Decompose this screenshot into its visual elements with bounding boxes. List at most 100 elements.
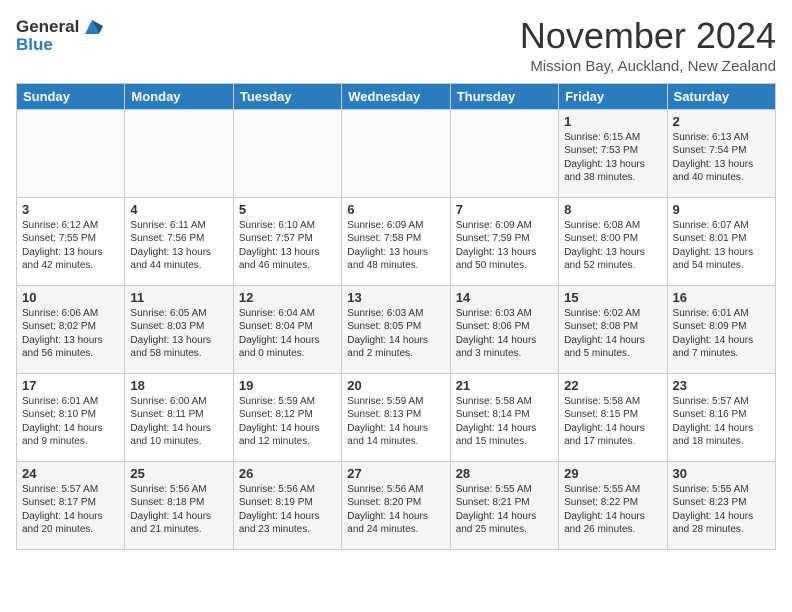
page-header: General Blue November 2024 Mission Bay, … bbox=[16, 16, 776, 75]
day-info: Sunrise: 5:56 AM Sunset: 8:18 PM Dayligh… bbox=[130, 483, 227, 537]
day-info: Sunrise: 5:55 AM Sunset: 8:21 PM Dayligh… bbox=[456, 483, 553, 537]
day-number: 5 bbox=[239, 202, 336, 217]
calendar-cell: 1 Sunrise: 6:15 AM Sunset: 7:53 PM Daylig… bbox=[559, 109, 667, 197]
day-info: Sunrise: 5:56 AM Sunset: 8:19 PM Dayligh… bbox=[239, 483, 336, 537]
logo-icon bbox=[81, 16, 103, 38]
calendar-cell: 3 Sunrise: 6:12 AM Sunset: 7:55 PM Daylig… bbox=[17, 197, 125, 285]
day-info: Sunrise: 6:07 AM Sunset: 8:01 PM Dayligh… bbox=[673, 219, 770, 273]
day-info: Sunrise: 6:11 AM Sunset: 7:56 PM Dayligh… bbox=[130, 219, 227, 273]
calendar-cell: 18 Sunrise: 6:00 AM Sunset: 8:11 PM Dayli… bbox=[125, 373, 233, 461]
calendar-cell bbox=[450, 109, 558, 197]
calendar-header: SundayMondayTuesdayWednesdayThursdayFrid… bbox=[17, 83, 776, 109]
day-number: 4 bbox=[130, 202, 227, 217]
day-number: 2 bbox=[673, 114, 770, 129]
day-number: 18 bbox=[130, 378, 227, 393]
month-title: November 2024 bbox=[520, 16, 776, 56]
day-number: 21 bbox=[456, 378, 553, 393]
calendar-cell bbox=[125, 109, 233, 197]
day-number: 23 bbox=[673, 378, 770, 393]
location-subtitle: Mission Bay, Auckland, New Zealand bbox=[520, 58, 776, 75]
day-info: Sunrise: 5:57 AM Sunset: 8:17 PM Dayligh… bbox=[22, 483, 119, 537]
day-info: Sunrise: 6:06 AM Sunset: 8:02 PM Dayligh… bbox=[22, 307, 119, 361]
day-number: 20 bbox=[347, 378, 444, 393]
day-info: Sunrise: 6:01 AM Sunset: 8:10 PM Dayligh… bbox=[22, 395, 119, 449]
weekday-header-friday: Friday bbox=[559, 83, 667, 109]
calendar-cell bbox=[17, 109, 125, 197]
calendar-week-3: 10 Sunrise: 6:06 AM Sunset: 8:02 PM Dayli… bbox=[17, 285, 776, 373]
logo: General Blue bbox=[16, 16, 103, 55]
day-number: 13 bbox=[347, 290, 444, 305]
day-number: 16 bbox=[673, 290, 770, 305]
calendar-cell: 8Sunrise: 6:08 AM Sunset: 8:00 PM Daylig… bbox=[559, 197, 667, 285]
day-info: Sunrise: 6:03 AM Sunset: 8:06 PM Dayligh… bbox=[456, 307, 553, 361]
calendar-cell: 26 Sunrise: 5:56 AM Sunset: 8:19 PM Dayli… bbox=[233, 461, 341, 549]
weekday-header-saturday: Saturday bbox=[667, 83, 775, 109]
calendar-cell: 25 Sunrise: 5:56 AM Sunset: 8:18 PM Dayli… bbox=[125, 461, 233, 549]
calendar-cell: 12Sunrise: 6:04 AM Sunset: 8:04 PM Dayli… bbox=[233, 285, 341, 373]
calendar-cell: 2 Sunrise: 6:13 AM Sunset: 7:54 PM Daylig… bbox=[667, 109, 775, 197]
day-number: 19 bbox=[239, 378, 336, 393]
day-number: 25 bbox=[130, 466, 227, 481]
day-info: Sunrise: 6:12 AM Sunset: 7:55 PM Dayligh… bbox=[22, 219, 119, 273]
day-number: 8 bbox=[564, 202, 661, 217]
weekday-header-monday: Monday bbox=[125, 83, 233, 109]
calendar-cell: 14 Sunrise: 6:03 AM Sunset: 8:06 PM Dayli… bbox=[450, 285, 558, 373]
day-number: 11 bbox=[130, 290, 227, 305]
day-number: 28 bbox=[456, 466, 553, 481]
day-info: Sunrise: 6:00 AM Sunset: 8:11 PM Dayligh… bbox=[130, 395, 227, 449]
calendar-week-2: 3 Sunrise: 6:12 AM Sunset: 7:55 PM Daylig… bbox=[17, 197, 776, 285]
day-number: 15 bbox=[564, 290, 661, 305]
day-number: 10 bbox=[22, 290, 119, 305]
weekday-header-wednesday: Wednesday bbox=[342, 83, 450, 109]
day-info: Sunrise: 5:59 AM Sunset: 8:12 PM Dayligh… bbox=[239, 395, 336, 449]
day-info: Sunrise: 6:01 AM Sunset: 8:09 PM Dayligh… bbox=[673, 307, 770, 361]
calendar-cell: 9 Sunrise: 6:07 AM Sunset: 8:01 PM Daylig… bbox=[667, 197, 775, 285]
calendar-cell: 5Sunrise: 6:10 AM Sunset: 7:57 PM Daylig… bbox=[233, 197, 341, 285]
day-info: Sunrise: 6:05 AM Sunset: 8:03 PM Dayligh… bbox=[130, 307, 227, 361]
day-number: 12 bbox=[239, 290, 336, 305]
day-number: 14 bbox=[456, 290, 553, 305]
weekday-header-tuesday: Tuesday bbox=[233, 83, 341, 109]
calendar-cell: 4 Sunrise: 6:11 AM Sunset: 7:56 PM Daylig… bbox=[125, 197, 233, 285]
day-number: 9 bbox=[673, 202, 770, 217]
day-number: 7 bbox=[456, 202, 553, 217]
day-info: Sunrise: 5:55 AM Sunset: 8:22 PM Dayligh… bbox=[564, 483, 661, 537]
calendar-cell: 11 Sunrise: 6:05 AM Sunset: 8:03 PM Dayli… bbox=[125, 285, 233, 373]
logo-blue-text: Blue bbox=[16, 35, 103, 55]
day-info: Sunrise: 6:15 AM Sunset: 7:53 PM Dayligh… bbox=[564, 131, 661, 185]
day-number: 1 bbox=[564, 114, 661, 129]
weekday-header-thursday: Thursday bbox=[450, 83, 558, 109]
calendar-cell: 23 Sunrise: 5:57 AM Sunset: 8:16 PM Dayli… bbox=[667, 373, 775, 461]
day-info: Sunrise: 6:03 AM Sunset: 8:05 PM Dayligh… bbox=[347, 307, 444, 361]
calendar-cell: 7 Sunrise: 6:09 AM Sunset: 7:59 PM Daylig… bbox=[450, 197, 558, 285]
calendar-cell: 30 Sunrise: 5:55 AM Sunset: 8:23 PM Dayli… bbox=[667, 461, 775, 549]
calendar-cell bbox=[342, 109, 450, 197]
calendar-week-4: 17Sunrise: 6:01 AM Sunset: 8:10 PM Dayli… bbox=[17, 373, 776, 461]
day-number: 27 bbox=[347, 466, 444, 481]
calendar-cell: 29Sunrise: 5:55 AM Sunset: 8:22 PM Dayli… bbox=[559, 461, 667, 549]
calendar-cell: 13 Sunrise: 6:03 AM Sunset: 8:05 PM Dayli… bbox=[342, 285, 450, 373]
day-info: Sunrise: 6:09 AM Sunset: 7:58 PM Dayligh… bbox=[347, 219, 444, 273]
calendar-cell: 17Sunrise: 6:01 AM Sunset: 8:10 PM Dayli… bbox=[17, 373, 125, 461]
calendar-table: SundayMondayTuesdayWednesdayThursdayFrid… bbox=[16, 83, 776, 550]
title-area: November 2024 Mission Bay, Auckland, New… bbox=[520, 16, 776, 75]
calendar-cell: 6 Sunrise: 6:09 AM Sunset: 7:58 PM Daylig… bbox=[342, 197, 450, 285]
calendar-cell bbox=[233, 109, 341, 197]
calendar-cell: 28 Sunrise: 5:55 AM Sunset: 8:21 PM Dayli… bbox=[450, 461, 558, 549]
day-info: Sunrise: 5:55 AM Sunset: 8:23 PM Dayligh… bbox=[673, 483, 770, 537]
day-number: 6 bbox=[347, 202, 444, 217]
day-info: Sunrise: 5:58 AM Sunset: 8:15 PM Dayligh… bbox=[564, 395, 661, 449]
day-number: 30 bbox=[673, 466, 770, 481]
logo-general-text: General bbox=[16, 17, 79, 37]
day-number: 24 bbox=[22, 466, 119, 481]
day-info: Sunrise: 5:57 AM Sunset: 8:16 PM Dayligh… bbox=[673, 395, 770, 449]
calendar-cell: 16 Sunrise: 6:01 AM Sunset: 8:09 PM Dayli… bbox=[667, 285, 775, 373]
weekday-header-sunday: Sunday bbox=[17, 83, 125, 109]
day-info: Sunrise: 6:02 AM Sunset: 8:08 PM Dayligh… bbox=[564, 307, 661, 361]
day-info: Sunrise: 6:13 AM Sunset: 7:54 PM Dayligh… bbox=[673, 131, 770, 185]
day-number: 3 bbox=[22, 202, 119, 217]
day-number: 26 bbox=[239, 466, 336, 481]
day-info: Sunrise: 5:56 AM Sunset: 8:20 PM Dayligh… bbox=[347, 483, 444, 537]
calendar-cell: 22Sunrise: 5:58 AM Sunset: 8:15 PM Dayli… bbox=[559, 373, 667, 461]
day-info: Sunrise: 6:09 AM Sunset: 7:59 PM Dayligh… bbox=[456, 219, 553, 273]
